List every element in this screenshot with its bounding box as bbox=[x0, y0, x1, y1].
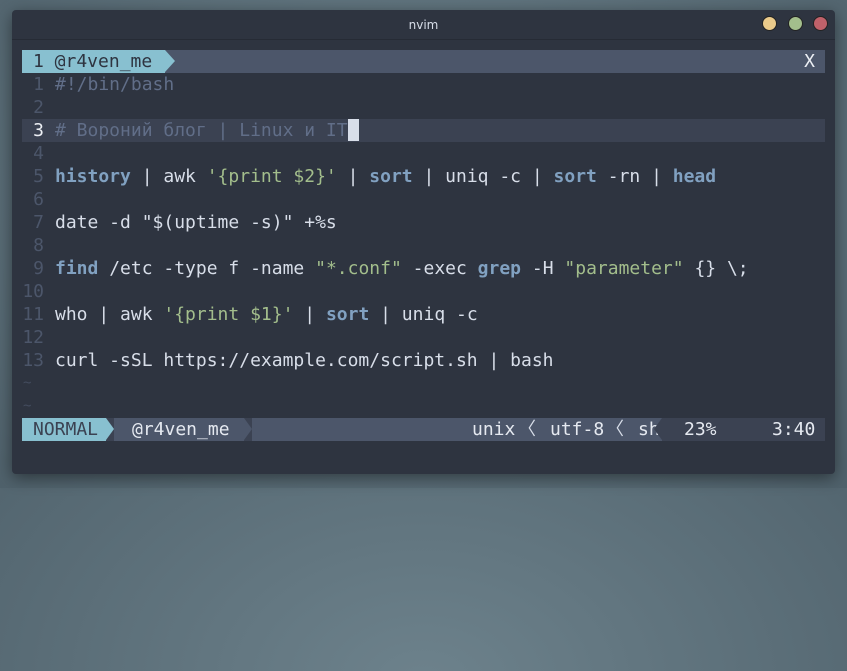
statusline-branch: @r4ven_me bbox=[114, 418, 244, 441]
file-info: unix 〈 utf-8 〈 sh bbox=[452, 418, 662, 441]
code-line[interactable]: 6 bbox=[22, 188, 825, 211]
code-line[interactable]: 10 bbox=[22, 280, 825, 303]
maximize-button[interactable] bbox=[788, 16, 803, 31]
code-line[interactable]: 4 bbox=[22, 142, 825, 165]
line-number: 7 bbox=[33, 212, 44, 233]
tabline: 1 @r4ven_me X bbox=[22, 50, 825, 73]
window-title: nvim bbox=[408, 18, 439, 32]
code-line[interactable]: 1 #!/bin/bash bbox=[22, 73, 825, 96]
nvim-editor[interactable]: 1 @r4ven_me X 1 #!/bin/bash 2 3 # Вороний бл… bbox=[22, 50, 825, 441]
code-token: | uniq -c bbox=[369, 304, 478, 325]
line-number: 11 bbox=[22, 304, 44, 325]
code-token: curl -sSL https://example.com/script.sh … bbox=[55, 350, 554, 371]
code-token: -exec bbox=[401, 258, 478, 279]
tab-separator bbox=[165, 50, 175, 72]
code-line[interactable]: 13 curl -sSL https://example.com/script.s… bbox=[22, 349, 825, 372]
code-line[interactable]: 7 date -d "$(uptime -s)" +%s bbox=[22, 211, 825, 234]
code-line[interactable]: 2 bbox=[22, 96, 825, 119]
code-line[interactable]: 9 find /etc -type f -name "*.conf" -exec … bbox=[22, 257, 825, 280]
close-tab-button[interactable]: X bbox=[804, 50, 815, 73]
line-number: 6 bbox=[33, 189, 44, 210]
code-token: | awk bbox=[130, 166, 207, 187]
code-line[interactable]: 5 history | awk '{print $2}' | sort | uni… bbox=[22, 165, 825, 188]
comment-token: #!/bin/bash bbox=[55, 74, 175, 95]
line-number: 2 bbox=[33, 97, 44, 118]
code-token: who | awk bbox=[55, 304, 164, 325]
fileformat: unix bbox=[472, 419, 516, 440]
line-number: 5 bbox=[33, 166, 44, 187]
line-number: 1 bbox=[33, 74, 44, 95]
separator-icon: 〈 bbox=[606, 419, 624, 440]
tab-active[interactable]: 1 @r4ven_me bbox=[22, 50, 165, 73]
code-token: -rn | bbox=[596, 166, 673, 187]
mode-indicator: NORMAL bbox=[22, 418, 106, 441]
keyword-token: history bbox=[55, 166, 131, 187]
cursor-position: 3:40 bbox=[772, 419, 816, 440]
title-bar: nvim bbox=[12, 10, 835, 40]
line-number: 10 bbox=[22, 281, 44, 302]
code-line[interactable]: 12 bbox=[22, 326, 825, 349]
keyword-token: head bbox=[672, 166, 717, 187]
branch-separator bbox=[244, 418, 252, 440]
empty-line-tilde: ~ bbox=[23, 398, 32, 414]
code-token: -H bbox=[521, 258, 565, 279]
code-token: | bbox=[293, 304, 326, 325]
line-number: 9 bbox=[33, 258, 44, 279]
keyword-token: sort bbox=[553, 166, 597, 187]
line-number: 4 bbox=[33, 143, 44, 164]
line-number: 3 bbox=[33, 120, 44, 141]
keyword-token: sort bbox=[369, 166, 413, 187]
filetype-separator bbox=[654, 418, 662, 440]
string-token: "*.conf" bbox=[315, 258, 402, 279]
code-token: | bbox=[336, 166, 370, 187]
code-token: date -d "$(uptime -s)" +%s bbox=[55, 212, 337, 233]
code-token: | uniq -c | bbox=[412, 166, 554, 187]
text-cursor bbox=[347, 119, 359, 141]
buffer[interactable]: 1 #!/bin/bash 2 3 # Вороний блог | Linux и I… bbox=[22, 73, 825, 372]
scroll-percent: 23% bbox=[684, 419, 717, 440]
close-button[interactable] bbox=[813, 16, 828, 31]
string-token: '{print $1}' bbox=[163, 304, 294, 325]
code-line[interactable]: 8 bbox=[22, 234, 825, 257]
terminal-window: nvim 1 @r4ven_me X 1 #!/bin/bash 2 3 # Ворон… bbox=[12, 10, 835, 474]
line-number: 13 bbox=[22, 350, 44, 371]
minimize-button[interactable] bbox=[762, 16, 777, 31]
empty-line-tilde: ~ bbox=[23, 375, 32, 391]
mode-separator bbox=[106, 418, 114, 440]
encoding: utf-8 bbox=[550, 419, 605, 440]
line-number: 12 bbox=[22, 327, 44, 348]
keyword-token: grep bbox=[477, 258, 522, 279]
comment-token: # Вороний блог | Linux и IT bbox=[55, 120, 348, 141]
code-token: /etc -type f -name bbox=[98, 258, 316, 279]
current-line[interactable]: 3 # Вороний блог | Linux и IT bbox=[22, 119, 825, 142]
keyword-token: sort bbox=[325, 304, 370, 325]
code-token: {} \; bbox=[683, 258, 749, 279]
code-line[interactable]: 11 who | awk '{print $1}' | sort | uniq -… bbox=[22, 303, 825, 326]
statusline: NORMAL @r4ven_me unix 〈 utf-8 〈 sh 23% 3… bbox=[22, 418, 825, 441]
line-number: 8 bbox=[33, 235, 44, 256]
string-token: '{print $2}' bbox=[206, 166, 337, 187]
string-token: "parameter" bbox=[564, 258, 684, 279]
keyword-token: find bbox=[55, 258, 99, 279]
separator-icon: 〈 bbox=[518, 419, 536, 440]
